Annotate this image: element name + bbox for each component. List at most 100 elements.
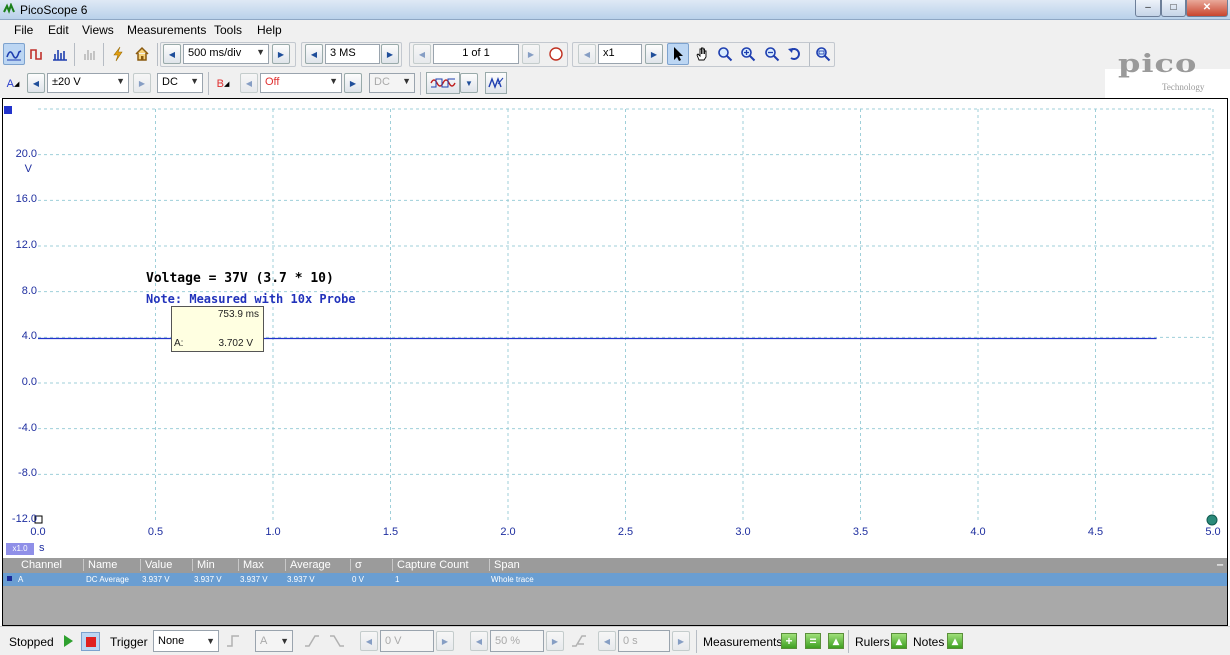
- zoom-in-button[interactable]: [737, 43, 759, 65]
- menu-file[interactable]: File: [14, 23, 33, 37]
- trigger-position-input[interactable]: 50 %: [490, 630, 544, 652]
- plus-icon: +: [785, 634, 793, 648]
- add-measurement-button[interactable]: +: [781, 633, 797, 649]
- pan-tool-button[interactable]: [691, 43, 713, 65]
- trigger-delay-next-button[interactable]: ▶: [672, 631, 690, 651]
- zoom-region-button[interactable]: [714, 43, 736, 65]
- channel-b-options-button[interactable]: B ◢: [214, 72, 232, 95]
- col-max[interactable]: Max: [238, 559, 264, 571]
- channel-a-coupling-select[interactable]: DC ▼: [157, 73, 203, 93]
- maximize-button[interactable]: □: [1161, 0, 1186, 17]
- collapse-icon[interactable]: ‒: [1213, 559, 1223, 571]
- channel-b-range-prev-button[interactable]: ◀: [240, 73, 258, 93]
- chevron-down-icon: ▼: [256, 47, 265, 57]
- signal-generator-dropdown[interactable]: ▼: [460, 73, 478, 93]
- x-zoom-badge[interactable]: x1.0: [6, 543, 34, 555]
- trigger-pos-next-button[interactable]: ▶: [546, 631, 564, 651]
- channel-b-range-select[interactable]: Off ▼: [260, 73, 342, 93]
- signal-generator-button[interactable]: [426, 72, 460, 94]
- lightning-icon: [113, 46, 123, 62]
- page-prev-button[interactable]: ◀: [413, 44, 431, 64]
- probe-button[interactable]: [107, 43, 129, 65]
- samples-prev-button[interactable]: ◀: [305, 44, 323, 64]
- col-sigma[interactable]: σ: [350, 559, 362, 571]
- table-row[interactable]: A DC Average 3.937 V 3.937 V 3.937 V 3.9…: [3, 573, 1227, 586]
- zoom-select[interactable]: x1: [598, 44, 642, 64]
- scope-view[interactable]: V 20.0 16.0 12.0 8.0 4.0 0.0 -4.0 -8.0 -12.0 0.0…: [2, 98, 1228, 558]
- col-channel[interactable]: Channel: [17, 559, 62, 571]
- channel-a-range-next-button[interactable]: ▶: [133, 73, 151, 93]
- spectrum-disabled-icon: [84, 50, 95, 60]
- scope-mode-button[interactable]: [3, 43, 25, 65]
- chevron-down-icon: ▼: [465, 78, 473, 88]
- col-average[interactable]: Average: [285, 559, 331, 571]
- col-capture-count[interactable]: Capture Count: [392, 559, 469, 571]
- time-ruler-handle[interactable]: [1206, 514, 1218, 526]
- rulers-button[interactable]: ▴: [891, 633, 907, 649]
- page-next-button[interactable]: ▶: [522, 44, 540, 64]
- trigger-level-input[interactable]: 0 V: [380, 630, 434, 652]
- zoom-out-button[interactable]: [761, 43, 783, 65]
- channel-b-coupling-select[interactable]: DC ▼: [369, 73, 415, 93]
- stop-icon: [85, 636, 96, 647]
- y-tick-label: -8.0: [18, 467, 37, 480]
- math-channels-button[interactable]: [485, 72, 507, 94]
- col-min[interactable]: Min: [192, 559, 215, 571]
- zoom-next-button[interactable]: ▶: [645, 44, 663, 64]
- trigger-pos-prev-button[interactable]: ◀: [470, 631, 488, 651]
- channel-a-axis-marker[interactable]: [4, 106, 12, 114]
- start-button[interactable]: [62, 634, 74, 651]
- col-name[interactable]: Name: [83, 559, 117, 571]
- persistence-mode-button[interactable]: [26, 43, 48, 65]
- samples-next-button[interactable]: ▶: [381, 44, 399, 64]
- timebase-prev-button[interactable]: ◀: [163, 44, 181, 64]
- menu-measurements[interactable]: Measurements: [127, 23, 206, 37]
- tooltip-value: 3.702 V: [218, 338, 253, 349]
- channel-a-range-prev-button[interactable]: ◀: [27, 73, 45, 93]
- col-value[interactable]: Value: [140, 559, 172, 571]
- falling-edge-button[interactable]: [328, 632, 346, 653]
- y-tick-label: 20.0: [15, 147, 37, 160]
- spectrum-persist-button[interactable]: [79, 43, 101, 65]
- menu-help[interactable]: Help: [257, 23, 282, 37]
- minimize-button[interactable]: ‒: [1135, 0, 1161, 17]
- trigger-advanced-button[interactable]: [225, 632, 243, 653]
- rising-edge-button[interactable]: [303, 632, 321, 653]
- undo-zoom-button[interactable]: [784, 43, 806, 65]
- trigger-channel-select[interactable]: A ▼: [255, 630, 293, 652]
- zoom-overview-button[interactable]: [812, 43, 834, 65]
- close-button[interactable]: ✕: [1186, 0, 1228, 17]
- edit-measurement-button[interactable]: =: [805, 633, 821, 649]
- channel-a-options-button[interactable]: A ◢: [4, 72, 22, 95]
- menu-tools[interactable]: Tools: [214, 23, 242, 37]
- channel-a-range-value: ±20 V: [52, 76, 81, 88]
- samples-select[interactable]: 3 MS: [325, 44, 380, 64]
- trigger-delay-input[interactable]: 0 s: [618, 630, 670, 652]
- post-trigger-delay-button[interactable]: [570, 632, 588, 653]
- buffer-navigator-button[interactable]: [545, 43, 567, 65]
- timebase-next-button[interactable]: ▶: [272, 44, 290, 64]
- trigger-level-prev-button[interactable]: ◀: [360, 631, 378, 651]
- channel-a-coupling-value: DC: [162, 76, 178, 88]
- menu-edit[interactable]: Edit: [48, 23, 69, 37]
- channel-a-range-select[interactable]: ±20 V ▼: [47, 73, 129, 93]
- page-indicator[interactable]: 1 of 1: [433, 44, 519, 64]
- menu-views[interactable]: Views: [82, 23, 114, 37]
- zoom-prev-button[interactable]: ◀: [578, 44, 596, 64]
- channel-b-range-next-button[interactable]: ▶: [344, 73, 362, 93]
- stop-button[interactable]: [81, 632, 100, 651]
- trigger-mode-select[interactable]: None ▼: [153, 630, 219, 652]
- delete-measurement-button[interactable]: ▴: [828, 633, 844, 649]
- col-span[interactable]: Span: [489, 559, 520, 571]
- home-button[interactable]: [131, 43, 153, 65]
- x-tick-label: 2.5: [617, 526, 634, 538]
- trigger-delay-prev-button[interactable]: ◀: [598, 631, 616, 651]
- ruler-toggle-icon: ▴: [895, 634, 903, 648]
- timebase-select[interactable]: 500 ms/div ▼: [183, 44, 269, 64]
- x-tick-label: 3.0: [735, 526, 751, 538]
- rising-edge-icon: [305, 635, 319, 647]
- spectrum-mode-button[interactable]: [49, 43, 71, 65]
- notes-button[interactable]: ▴: [947, 633, 963, 649]
- select-tool-button[interactable]: [667, 43, 689, 65]
- trigger-level-next-button[interactable]: ▶: [436, 631, 454, 651]
